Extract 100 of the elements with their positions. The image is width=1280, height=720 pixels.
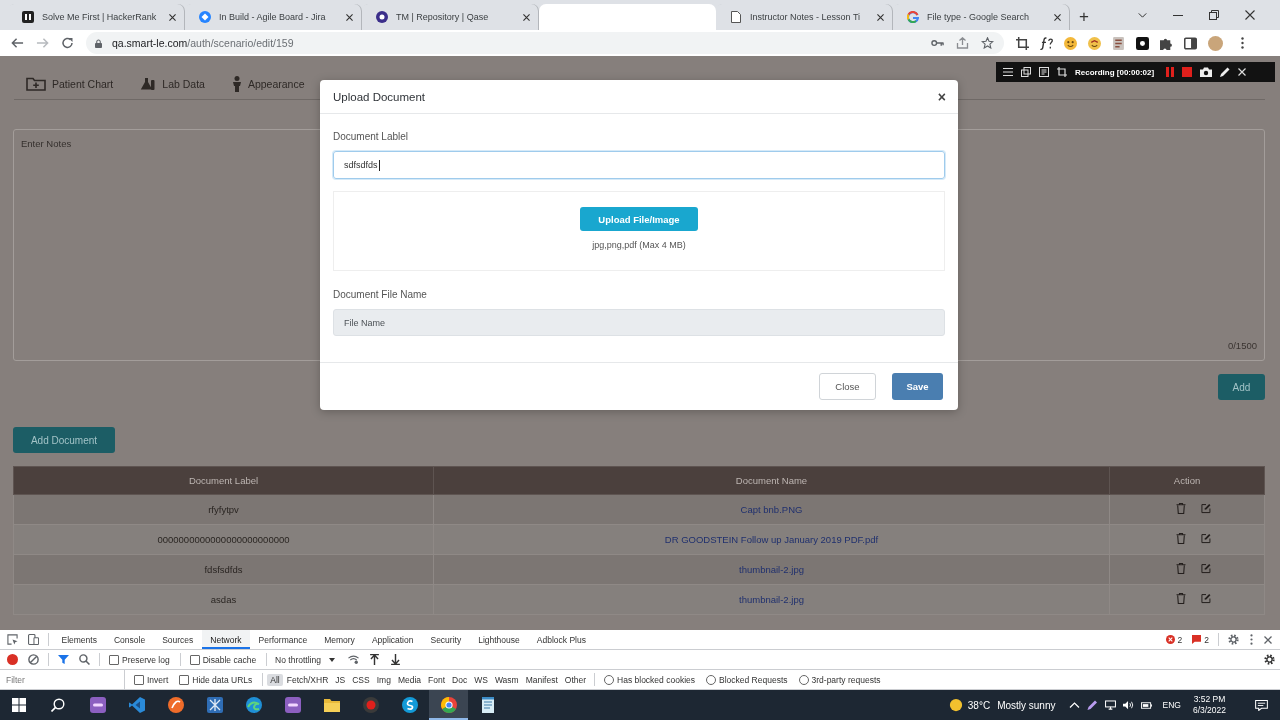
chevron-up-icon[interactable] bbox=[1069, 702, 1081, 708]
nav-tab[interactable]: Lab Data bbox=[140, 76, 205, 91]
filter-type-button[interactable]: JS bbox=[332, 673, 349, 686]
sidebar-icon[interactable] bbox=[1184, 36, 1197, 50]
weather-icon[interactable] bbox=[948, 698, 963, 712]
nav-tab[interactable]: Patient Chart bbox=[26, 76, 114, 91]
checkbox[interactable] bbox=[189, 654, 200, 665]
devtools-tab[interactable]: Security bbox=[421, 630, 470, 649]
devtools-tab[interactable]: Lighthouse bbox=[469, 630, 529, 649]
camera-icon[interactable] bbox=[1200, 67, 1213, 77]
add-document-button[interactable]: Add Document bbox=[13, 427, 115, 453]
close-icon[interactable] bbox=[169, 13, 176, 21]
browser-tab[interactable]: Solve Me First | HackerRank bbox=[8, 4, 185, 30]
clock-time[interactable]: 3:52 PM bbox=[1193, 694, 1226, 705]
nav-tab[interactable]: Appearance bbox=[231, 75, 305, 92]
screen-icon[interactable] bbox=[1039, 67, 1049, 77]
filter-type-button[interactable]: Font bbox=[425, 673, 449, 686]
wifi-settings-icon[interactable] bbox=[347, 654, 359, 665]
throttling-dropdown[interactable]: No throttling bbox=[275, 654, 335, 665]
browser-tab[interactable]: File type - Google Search bbox=[893, 4, 1070, 30]
close-icon[interactable] bbox=[346, 13, 353, 21]
browser-tab[interactable]: In Build - Agile Board - Jira bbox=[185, 4, 362, 30]
pause-icon[interactable] bbox=[1166, 67, 1175, 77]
stop-icon[interactable] bbox=[1182, 67, 1193, 77]
filter-type-button[interactable]: All bbox=[267, 673, 283, 686]
filter-type-button[interactable]: WS bbox=[471, 673, 491, 686]
filter-type-button[interactable]: Doc bbox=[449, 673, 471, 686]
filter-type-button[interactable]: CSS bbox=[349, 673, 373, 686]
network-icon[interactable] bbox=[1105, 700, 1117, 710]
device-icon[interactable] bbox=[28, 634, 39, 645]
clear-icon[interactable] bbox=[28, 654, 39, 665]
devtools-tab[interactable]: Sources bbox=[153, 630, 202, 649]
chevron-down-icon[interactable] bbox=[1138, 12, 1147, 18]
devtools-tab[interactable]: Performance bbox=[250, 630, 316, 649]
reload-icon[interactable] bbox=[61, 37, 74, 49]
devtools-tab[interactable]: Application bbox=[363, 630, 422, 649]
smiley-icon[interactable] bbox=[1064, 36, 1077, 50]
filter-icon[interactable] bbox=[58, 654, 69, 665]
checkbox[interactable] bbox=[134, 674, 144, 685]
trash-icon[interactable] bbox=[1175, 563, 1186, 574]
filter-type-button[interactable]: Img bbox=[373, 673, 394, 686]
language-indicator[interactable]: ENG bbox=[1162, 700, 1181, 710]
upload-icon[interactable] bbox=[368, 654, 380, 665]
pen-icon[interactable] bbox=[1087, 700, 1099, 710]
taskbar-button[interactable] bbox=[429, 690, 468, 720]
devtools-tab[interactable]: Elements bbox=[53, 630, 106, 649]
restore-icon[interactable] bbox=[1209, 10, 1219, 20]
close-button[interactable]: Close bbox=[819, 373, 876, 400]
clock-date[interactable]: 6/3/2022 bbox=[1192, 705, 1226, 716]
puzzle-icon[interactable] bbox=[1160, 36, 1173, 50]
crop-icon[interactable] bbox=[1016, 36, 1029, 50]
devtools-tab[interactable]: Console bbox=[105, 630, 154, 649]
more-icon[interactable] bbox=[1250, 634, 1253, 645]
download-icon[interactable] bbox=[389, 654, 401, 665]
record-icon[interactable] bbox=[7, 654, 18, 665]
devtools-tab[interactable]: Network bbox=[201, 630, 250, 649]
trash-icon[interactable] bbox=[1175, 533, 1186, 544]
notification-icon[interactable] bbox=[1255, 699, 1268, 711]
menu-icon[interactable] bbox=[1003, 67, 1013, 77]
share-icon[interactable] bbox=[956, 37, 969, 49]
battery-icon[interactable] bbox=[1141, 701, 1153, 709]
lock-icon[interactable] bbox=[95, 38, 102, 48]
pen-icon[interactable] bbox=[1220, 67, 1231, 77]
devtools-tab[interactable]: Adblock Plus bbox=[528, 630, 595, 649]
search-icon[interactable] bbox=[79, 654, 90, 665]
inspect-icon[interactable] bbox=[7, 634, 18, 645]
devtools-tab[interactable]: Memory bbox=[315, 630, 364, 649]
settings-icon[interactable] bbox=[1228, 634, 1239, 645]
search-icon[interactable] bbox=[51, 698, 65, 712]
close-icon[interactable] bbox=[1264, 635, 1272, 644]
document-label-field[interactable]: sdfsdfds bbox=[333, 151, 945, 179]
filter-type-button[interactable]: Fetch/XHR bbox=[283, 673, 332, 686]
volume-icon[interactable] bbox=[1123, 700, 1135, 710]
minimize-icon[interactable] bbox=[1173, 14, 1183, 16]
checkbox[interactable] bbox=[179, 674, 190, 685]
trash-icon[interactable] bbox=[1175, 503, 1186, 514]
document-icon[interactable] bbox=[1112, 36, 1125, 50]
new-tab-button[interactable]: + bbox=[1073, 4, 1095, 30]
back-icon[interactable] bbox=[11, 37, 24, 49]
edit-icon[interactable] bbox=[1200, 563, 1211, 574]
close-icon[interactable] bbox=[1245, 10, 1255, 20]
close-icon[interactable] bbox=[1054, 13, 1061, 21]
filter-type-button[interactable]: Other bbox=[561, 673, 590, 686]
function-icon[interactable] bbox=[1040, 36, 1053, 50]
square-icon[interactable] bbox=[1136, 36, 1149, 50]
close-icon[interactable] bbox=[523, 13, 530, 21]
start-icon[interactable] bbox=[12, 698, 26, 712]
browser-tab[interactable]: Instructor Notes - Lesson Ti bbox=[716, 4, 893, 30]
edit-icon[interactable] bbox=[1200, 503, 1211, 514]
browser-tab[interactable]: TM | Repository | Qase bbox=[362, 4, 539, 30]
filter-type-button[interactable]: Manifest bbox=[522, 673, 561, 686]
key-icon[interactable] bbox=[931, 39, 944, 47]
trash-icon[interactable] bbox=[1175, 593, 1186, 604]
windows-icon[interactable] bbox=[1021, 67, 1031, 77]
settings-icon[interactable] bbox=[1264, 654, 1275, 665]
checkbox[interactable] bbox=[109, 654, 119, 665]
edit-icon[interactable] bbox=[1200, 593, 1211, 604]
save-button[interactable]: Save bbox=[892, 373, 943, 400]
add-button[interactable]: Add bbox=[1218, 374, 1265, 400]
issues-button[interactable]: 2 bbox=[1192, 634, 1209, 645]
